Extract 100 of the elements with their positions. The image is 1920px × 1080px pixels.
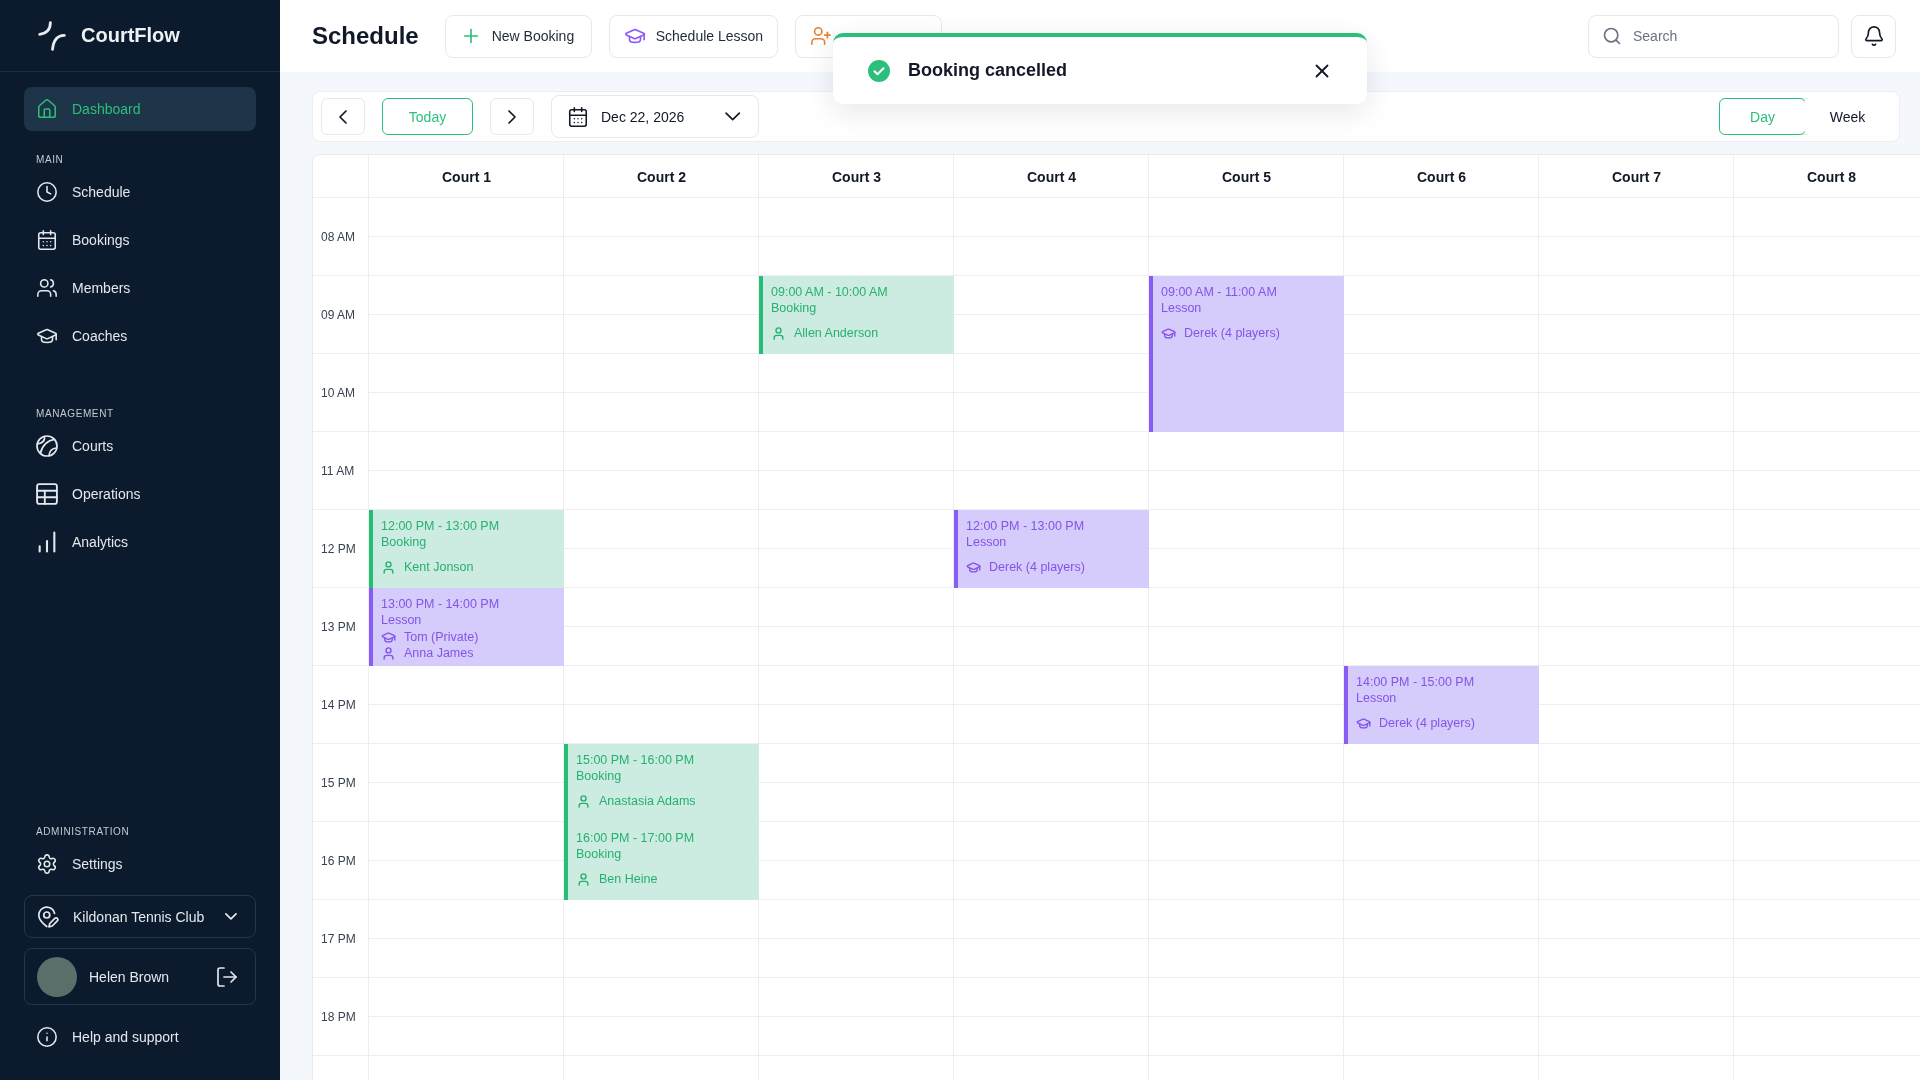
graduation-cap-icon xyxy=(966,559,981,575)
date-picker[interactable]: Dec 22, 2026 xyxy=(551,95,759,138)
help-link[interactable]: Help and support xyxy=(24,1015,256,1059)
sidebar-item[interactable]: Members xyxy=(24,266,256,310)
event-type: Booking xyxy=(381,534,427,550)
sidebar-item[interactable]: Operations xyxy=(24,472,256,516)
event-time: 12:00 PM - 13:00 PM xyxy=(381,518,500,534)
person-icon xyxy=(576,871,591,887)
court-name: Court 3 xyxy=(832,168,881,185)
event-time: 16:00 PM - 17:00 PM xyxy=(576,830,695,846)
court-name: Court 4 xyxy=(1027,168,1076,185)
sidebar-item[interactable]: Settings xyxy=(24,842,256,886)
sidebar-item[interactable]: Analytics xyxy=(24,520,256,564)
user-name: Helen Brown xyxy=(89,968,170,985)
sidebar-item[interactable]: Dashboard xyxy=(24,87,256,131)
hour-label: 13 PM xyxy=(321,620,356,634)
event-time: 09:00 AM - 11:00 AM xyxy=(1161,284,1277,300)
event-time: 13:00 PM - 14:00 PM xyxy=(381,596,500,612)
avatar xyxy=(37,956,77,997)
event-type: Lesson xyxy=(1356,690,1397,706)
page-title: Schedule xyxy=(312,22,419,50)
section-label: MAIN xyxy=(36,154,64,166)
court-name: Court 8 xyxy=(1807,168,1856,185)
hour-label: 16 PM xyxy=(321,854,356,868)
chevron-right-icon xyxy=(508,109,516,124)
court-name: Court 6 xyxy=(1417,168,1466,185)
logout-icon[interactable] xyxy=(215,964,239,989)
hour-label: 14 PM xyxy=(321,698,356,712)
event-time: 15:00 PM - 16:00 PM xyxy=(576,752,695,768)
person-plus-icon xyxy=(810,25,833,47)
person-icon xyxy=(576,793,591,809)
section-label: ADMINISTRATION xyxy=(36,826,130,838)
event-time: 14:00 PM - 15:00 PM xyxy=(1356,674,1475,690)
brand-name: CourtFlow xyxy=(81,24,180,47)
event-type: Booking xyxy=(576,768,622,784)
next-button[interactable] xyxy=(490,98,534,135)
bell-icon xyxy=(1862,25,1885,47)
hour-label: 08 AM xyxy=(321,230,356,244)
person-icon xyxy=(771,325,786,341)
event-type: Lesson xyxy=(1161,300,1202,316)
hour-label: 18 PM xyxy=(321,1010,356,1024)
search-field[interactable]: Search xyxy=(1588,14,1839,58)
info-icon xyxy=(36,1026,58,1048)
event-type: Booking xyxy=(771,300,817,316)
logo-icon xyxy=(37,20,67,51)
event-type: Lesson xyxy=(381,612,422,628)
calendar-icon xyxy=(567,105,589,128)
graduation-cap-icon xyxy=(1356,715,1371,731)
person-name: Kent Jonson xyxy=(404,559,474,575)
hour-label: 10 AM xyxy=(321,386,356,400)
person-name: Derek (4 players) xyxy=(989,559,1085,575)
hour-label: 17 PM xyxy=(321,932,356,946)
notifications-button[interactable] xyxy=(1851,14,1896,58)
clock-icon xyxy=(36,181,58,203)
person-name: Derek (4 players) xyxy=(1379,715,1475,731)
previous-button[interactable] xyxy=(321,98,365,135)
hour-label: 15 PM xyxy=(321,776,356,790)
event-time: 09:00 AM - 10:00 AM xyxy=(771,284,888,300)
person-name: Derek (4 players) xyxy=(1184,325,1280,341)
person-name: Anna James xyxy=(404,645,474,661)
court-name: Court 5 xyxy=(1222,168,1271,185)
person-name: Anastasia Adams xyxy=(599,793,696,809)
hour-label: 12 PM xyxy=(321,542,356,556)
map-pin-icon xyxy=(37,905,59,928)
lesson-action-button[interactable]: Schedule Lesson xyxy=(608,14,779,58)
section-label: MANAGEMENT xyxy=(36,408,114,420)
graduation-cap-icon xyxy=(381,629,396,645)
chevron-down-icon xyxy=(724,112,740,121)
person-name: Ben Heine xyxy=(599,871,658,887)
graduation-cap-icon xyxy=(1161,325,1176,341)
person-icon xyxy=(381,559,396,575)
check-circle-icon xyxy=(868,59,890,82)
event-time: 12:00 PM - 13:00 PM xyxy=(966,518,1085,534)
people-icon xyxy=(36,277,58,299)
person-name: Tom (Private) xyxy=(404,629,479,645)
search-icon xyxy=(1602,25,1622,46)
toast-message: Booking cancelled xyxy=(908,60,1068,81)
event-type: Lesson xyxy=(966,534,1007,550)
event-type: Booking xyxy=(576,846,622,862)
chevron-down-icon xyxy=(225,913,237,920)
sidebar-item[interactable]: Bookings xyxy=(24,218,256,262)
view-tab[interactable]: Week xyxy=(1804,98,1891,135)
home-icon xyxy=(36,98,58,120)
booking-action-button[interactable]: New Booking xyxy=(444,14,592,58)
court-name: Court 2 xyxy=(637,168,686,185)
sidebar-item[interactable]: Courts xyxy=(24,424,256,468)
hour-label: 11 AM xyxy=(321,464,355,478)
settings-icon xyxy=(36,853,58,875)
sidebar-item[interactable]: Coaches xyxy=(24,314,256,358)
person-icon xyxy=(381,645,396,661)
bar-chart-icon xyxy=(36,531,58,553)
chevron-left-icon xyxy=(339,109,347,124)
sidebar-item[interactable]: Schedule xyxy=(24,170,256,214)
ball-icon xyxy=(36,435,58,457)
calendar-icon xyxy=(36,229,58,251)
court-name: Court 7 xyxy=(1612,168,1661,185)
table-icon xyxy=(36,483,58,505)
club-select[interactable]: Kildonan Tennis Club xyxy=(24,895,256,938)
court-name: Court 1 xyxy=(442,168,491,185)
hour-label: 09 AM xyxy=(321,308,356,322)
